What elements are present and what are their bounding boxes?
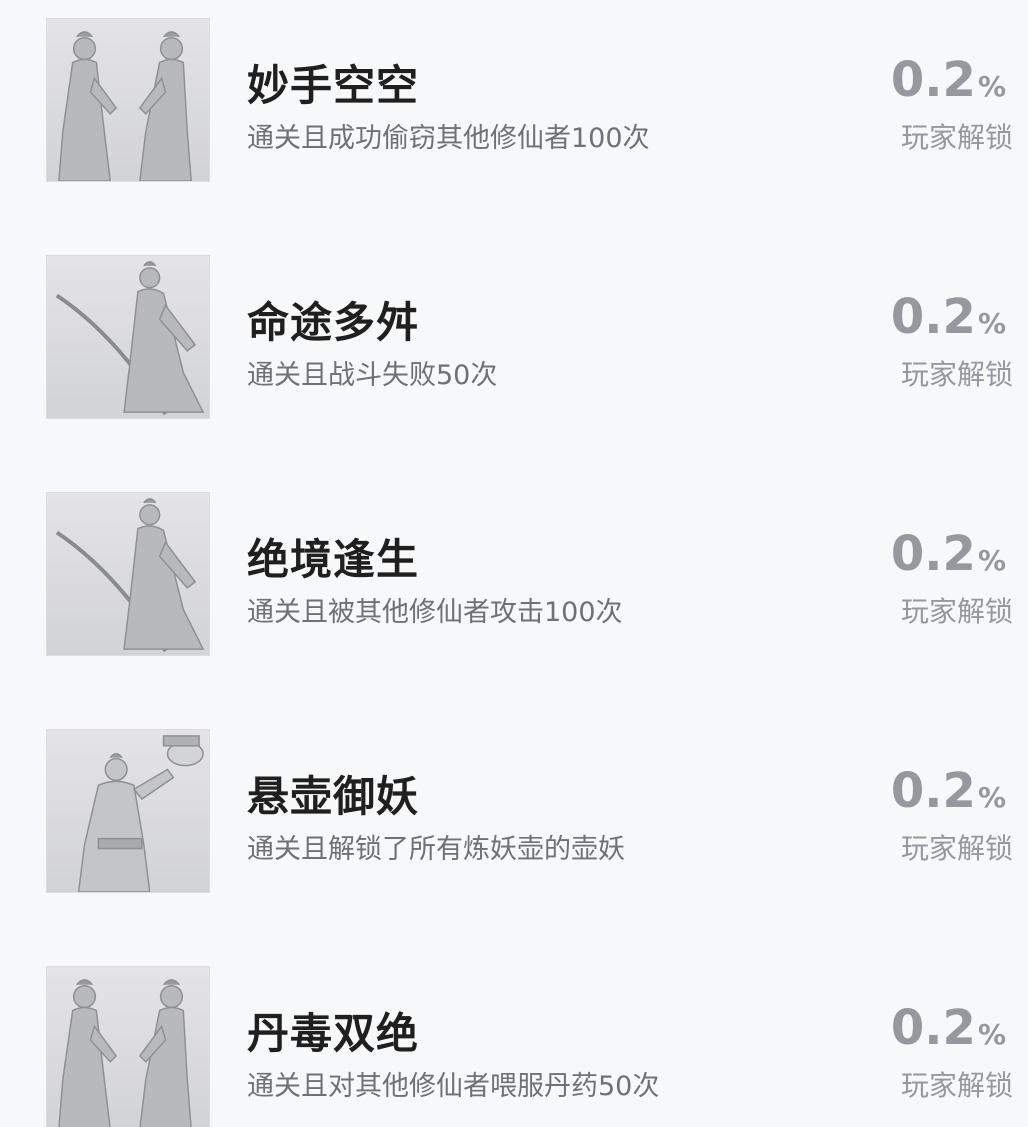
achievement-title: 命途多舛 (247, 298, 420, 347)
two-figures-icon (46, 18, 210, 182)
percent-unit: % (977, 781, 1006, 814)
achievement-row[interactable]: 丹毒双绝 通关且对其他修仙者喂服丹药50次 0.2% 玩家解锁 (0, 966, 1028, 1127)
unlock-label: 玩家解锁 (900, 832, 1013, 865)
gourd-holder-icon (46, 729, 210, 893)
percent-value: 0.2 (890, 526, 976, 582)
achievement-description: 通关且成功偷窃其他修仙者100次 (247, 123, 650, 154)
percent-value: 0.2 (890, 763, 976, 819)
unlock-label: 玩家解锁 (900, 1069, 1013, 1102)
unlock-label: 玩家解锁 (900, 595, 1013, 628)
percent-unit: % (977, 544, 1006, 577)
achievement-description: 通关且被其他修仙者攻击100次 (247, 597, 623, 628)
unlock-percentage: 0.2% (891, 526, 1006, 582)
achievement-list: 妙手空空 通关且成功偷窃其他修仙者100次 0.2% 玩家解锁 命途多舛 通关且… (0, 0, 1028, 1127)
unlock-percentage: 0.2% (891, 763, 1006, 819)
swordsman-icon (46, 255, 210, 419)
unlock-percentage: 0.2% (891, 52, 1006, 108)
percent-unit: % (977, 1018, 1006, 1051)
unlock-label: 玩家解锁 (900, 358, 1013, 391)
achievement-title: 丹毒双绝 (247, 1009, 420, 1058)
achievement-row[interactable]: 妙手空空 通关且成功偷窃其他修仙者100次 0.2% 玩家解锁 (0, 18, 1028, 183)
percent-unit: % (977, 70, 1006, 103)
achievement-title: 悬壶御妖 (247, 772, 420, 821)
achievement-description: 通关且对其他修仙者喂服丹药50次 (247, 1071, 660, 1102)
unlock-percentage: 0.2% (891, 289, 1006, 345)
two-figures-icon (46, 966, 210, 1127)
achievement-title: 妙手空空 (247, 61, 420, 110)
percent-value: 0.2 (890, 52, 976, 108)
achievement-title: 绝境逢生 (247, 535, 420, 584)
achievement-row[interactable]: 命途多舛 通关且战斗失败50次 0.2% 玩家解锁 (0, 255, 1028, 420)
achievement-description: 通关且战斗失败50次 (247, 360, 498, 391)
achievement-description: 通关且解锁了所有炼妖壶的壶妖 (247, 834, 625, 865)
percent-value: 0.2 (890, 289, 976, 345)
achievement-row[interactable]: 悬壶御妖 通关且解锁了所有炼妖壶的壶妖 0.2% 玩家解锁 (0, 729, 1028, 894)
unlock-percentage: 0.2% (891, 1000, 1006, 1056)
achievement-row[interactable]: 绝境逢生 通关且被其他修仙者攻击100次 0.2% 玩家解锁 (0, 492, 1028, 657)
percent-value: 0.2 (890, 1000, 976, 1056)
unlock-label: 玩家解锁 (900, 121, 1013, 154)
swordsman-icon (46, 492, 210, 656)
percent-unit: % (977, 307, 1006, 340)
